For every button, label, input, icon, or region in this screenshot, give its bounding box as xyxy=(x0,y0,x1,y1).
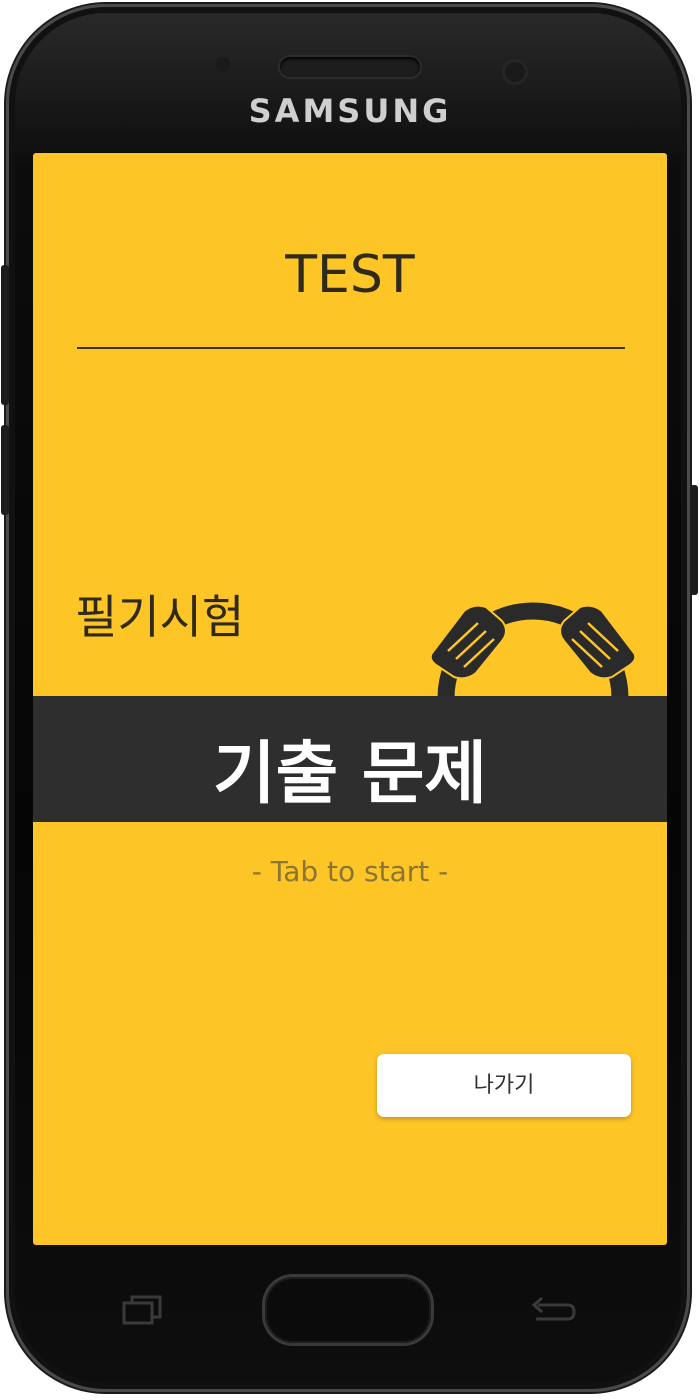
banner-title: 기출 문제 xyxy=(213,735,487,814)
page-title: TEST xyxy=(285,245,415,305)
title-banner: 기출 문제 xyxy=(33,696,667,822)
exam-subtitle: 필기시험 xyxy=(75,590,245,644)
sensor-icon xyxy=(216,57,230,71)
power-button[interactable] xyxy=(690,485,698,595)
mascot-hands-icon xyxy=(429,602,637,699)
title-divider xyxy=(77,347,625,349)
earpiece-speaker xyxy=(280,57,420,77)
bixby-button[interactable] xyxy=(1,425,9,515)
volume-button[interactable] xyxy=(1,265,9,405)
front-camera-icon xyxy=(505,62,525,82)
back-icon[interactable] xyxy=(528,1293,578,1327)
brand-logo: SAMSUNG xyxy=(248,92,452,130)
start-hint[interactable]: - Tab to start - xyxy=(33,855,667,888)
exit-button[interactable]: 나가기 xyxy=(377,1054,631,1117)
app-screen[interactable]: TEST 필기시험 기출 문제 - Tab to start - 나가기 xyxy=(33,153,667,1245)
recent-apps-icon[interactable] xyxy=(120,1293,170,1327)
home-button[interactable] xyxy=(265,1277,431,1343)
